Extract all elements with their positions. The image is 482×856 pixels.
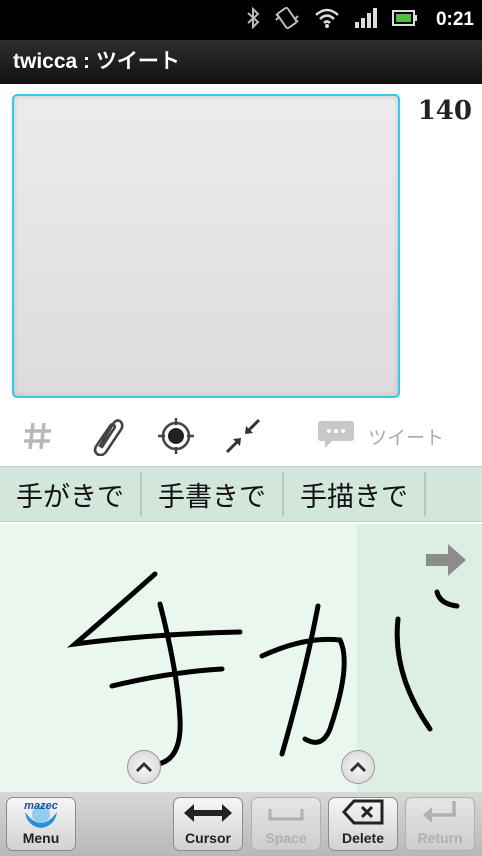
handwriting-strokes <box>66 571 460 767</box>
location-icon[interactable] <box>154 414 198 458</box>
return-button-label: Return <box>417 830 463 846</box>
character-counter: 140 <box>417 96 472 126</box>
attachment-icon[interactable] <box>88 414 128 458</box>
space-button-label: Space <box>265 830 307 846</box>
status-bar: 0:21 <box>0 0 482 40</box>
candidate-item[interactable]: 手書きで <box>142 472 284 516</box>
delete-button-label: Delete <box>341 830 385 846</box>
mazec-logo-icon: mazec <box>21 800 61 830</box>
signal-icon <box>354 7 378 33</box>
shrink-icon[interactable] <box>222 414 264 458</box>
backspace-icon <box>341 799 384 830</box>
cursor-button[interactable]: Cursor <box>173 797 243 851</box>
tweet-button-label: ツイート <box>368 426 445 449</box>
space-button[interactable]: Space <box>251 797 321 851</box>
clock: 0:21 <box>435 9 474 30</box>
tweet-input[interactable] <box>12 94 400 398</box>
menu-button-label: Menu <box>22 830 60 846</box>
arrow-right-icon[interactable] <box>424 542 468 582</box>
chevron-up-icon[interactable] <box>127 750 161 784</box>
bluetooth-icon <box>246 6 260 33</box>
vibrate-icon <box>274 6 300 34</box>
candidate-bar: 手がきで 手書きで 手描きで <box>0 466 482 522</box>
candidate-item[interactable]: 手描きで <box>284 472 426 516</box>
wifi-icon <box>314 7 340 33</box>
left-right-arrow-icon <box>182 801 234 830</box>
hashtag-icon[interactable] <box>20 414 56 458</box>
keyboard-bar: mazec Menu Cursor Space Delete Return <box>0 792 482 856</box>
return-icon <box>420 799 460 830</box>
handwriting-canvas[interactable] <box>0 524 482 792</box>
tweet-button[interactable]: ツイート <box>316 414 444 458</box>
app-title: twicca : ツイート <box>0 40 482 84</box>
speech-bubble-icon <box>316 418 356 455</box>
delete-button[interactable]: Delete <box>328 797 398 851</box>
return-button[interactable]: Return <box>405 797 475 851</box>
compose-toolbar: ツイート <box>0 408 482 464</box>
cursor-button-label: Cursor <box>185 830 231 846</box>
battery-icon <box>391 9 418 31</box>
chevron-up-icon[interactable] <box>341 750 375 784</box>
candidate-item[interactable]: 手がきで <box>0 472 142 516</box>
menu-button[interactable]: mazec Menu <box>6 797 76 851</box>
space-icon <box>266 803 306 830</box>
